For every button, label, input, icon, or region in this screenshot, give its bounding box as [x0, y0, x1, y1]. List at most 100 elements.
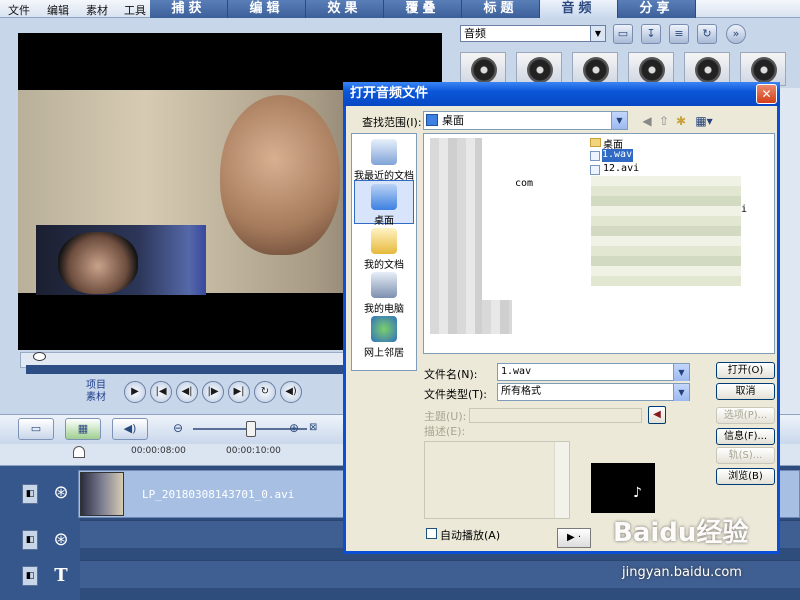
track-toggle[interactable]: ◧: [22, 566, 38, 586]
import-icon[interactable]: ↧: [641, 24, 661, 44]
list-view-icon[interactable]: ≡: [669, 24, 689, 44]
my-documents-icon: [371, 228, 397, 254]
folder-icon[interactable]: ▭: [613, 24, 633, 44]
tab-title[interactable]: 标题: [462, 0, 540, 18]
storyboard-view-icon[interactable]: ▭: [18, 418, 54, 440]
browse-button[interactable]: 浏览(B): [716, 468, 775, 485]
chevron-down-icon[interactable]: ▼: [673, 384, 689, 401]
folder-icon: [590, 138, 601, 147]
track-button[interactable]: 轨(S)...: [716, 447, 775, 464]
description-scrollbar[interactable]: [554, 442, 569, 518]
autoplay-checkbox[interactable]: [426, 528, 437, 539]
my-computer-icon: [371, 272, 397, 298]
info-button[interactable]: 信息(F)...: [716, 428, 775, 445]
options-button[interactable]: 选项(P)...: [716, 407, 775, 424]
fit-project-icon[interactable]: ⊠: [309, 422, 317, 433]
place-desktop-label: 桌面: [374, 216, 394, 227]
video-file-icon: [590, 165, 600, 175]
file-entry[interactable]: 12.avi: [603, 163, 639, 174]
audio-thumb[interactable]: [516, 52, 562, 86]
autoplay-label[interactable]: 自动播放(A): [440, 527, 500, 543]
zoom-in-icon[interactable]: ⊕: [289, 421, 299, 435]
volume-icon[interactable]: ◀): [280, 381, 302, 403]
tab-audio[interactable]: 音频: [540, 0, 618, 18]
chevron-down-icon[interactable]: ▼: [611, 112, 627, 129]
menu-edit[interactable]: 编辑: [47, 2, 69, 18]
tab-capture[interactable]: 捕获: [150, 0, 228, 18]
clip-mode-label[interactable]: 素材: [86, 392, 106, 404]
subject-input[interactable]: [469, 408, 642, 423]
tab-share[interactable]: 分享: [618, 0, 696, 18]
description-label: 描述(E):: [424, 425, 466, 438]
subject-label: 主题(U):: [424, 410, 467, 423]
step-tabs: 捕获 编辑 效果 覆叠 标题 音频 分享: [150, 0, 696, 18]
play-mode[interactable]: 项目 素材: [86, 380, 106, 404]
place-network[interactable]: 网上邻居: [352, 316, 416, 359]
project-mode-label[interactable]: 项目: [86, 380, 106, 392]
scrub-handle[interactable]: [33, 352, 46, 361]
next-frame-icon[interactable]: |▶: [202, 381, 224, 403]
place-recent-label: 我最近的文档: [354, 171, 414, 182]
watermark-brand: Baidu经验: [613, 518, 749, 548]
arrow-left-icon[interactable]: ◀: [648, 406, 666, 424]
file-entry[interactable]: i: [741, 204, 747, 215]
audio-thumb[interactable]: [684, 52, 730, 86]
up-folder-icon[interactable]: ⇧: [656, 113, 672, 129]
back-icon[interactable]: ◀: [639, 113, 655, 129]
filetype-select[interactable]: 所有格式: [497, 383, 690, 401]
chevron-down-icon[interactable]: ▼: [590, 26, 605, 41]
clip-thumbnail[interactable]: [80, 472, 124, 516]
audio-view-icon[interactable]: ◀): [112, 418, 148, 440]
playhead-icon[interactable]: [73, 446, 85, 458]
chevron-down-icon[interactable]: ▼: [673, 364, 689, 381]
filename-input[interactable]: 1.wav: [497, 363, 690, 381]
clip-name[interactable]: LP_20180308143701_0.avi: [142, 488, 294, 501]
repeat-icon[interactable]: ↻: [254, 381, 276, 403]
place-my-computer-label: 我的电脑: [364, 304, 404, 315]
prev-frame-icon[interactable]: ◀|: [176, 381, 198, 403]
audio-thumb[interactable]: [460, 52, 506, 86]
video-subject: [220, 95, 340, 255]
ruler-tick: 00:00:10:00: [226, 446, 281, 456]
track-toggle[interactable]: ◧: [22, 530, 38, 550]
place-desktop[interactable]: 桌面: [352, 184, 416, 227]
network-icon: [371, 316, 397, 342]
cancel-button[interactable]: 取消: [716, 383, 775, 400]
home-icon[interactable]: |◀: [150, 381, 172, 403]
end-icon[interactable]: ▶|: [228, 381, 250, 403]
play-button[interactable]: ▶ ·: [557, 528, 591, 548]
timeline-view-icon[interactable]: ▦: [65, 418, 101, 440]
open-button[interactable]: 打开(O): [716, 362, 775, 379]
view-menu-icon[interactable]: ▦▾: [693, 113, 715, 129]
close-icon[interactable]: ✕: [756, 84, 777, 104]
place-my-computer[interactable]: 我的电脑: [352, 272, 416, 315]
zoom-slider-knob[interactable]: [246, 421, 256, 437]
tab-overlay[interactable]: 覆叠: [384, 0, 462, 18]
video-inset-subject: [58, 232, 138, 294]
menu-tools[interactable]: 工具: [124, 2, 146, 18]
menu-file[interactable]: 文件: [8, 2, 30, 18]
menu-clip[interactable]: 素材: [86, 2, 108, 18]
file-entry[interactable]: com: [515, 178, 533, 189]
audio-thumb[interactable]: [740, 52, 786, 86]
refresh-icon[interactable]: ↻: [697, 24, 717, 44]
description-input[interactable]: [424, 441, 570, 519]
track-toggle[interactable]: ◧: [22, 484, 38, 504]
audio-thumb[interactable]: [628, 52, 674, 86]
place-my-docs[interactable]: 我的文档: [352, 228, 416, 271]
zoom-out-icon[interactable]: ⊖: [173, 421, 183, 435]
library-category-select[interactable]: 音频: [460, 25, 606, 42]
place-recent[interactable]: 我最近的文档: [352, 139, 416, 182]
watermark-logo: Baidu经验: [613, 512, 748, 549]
recent-docs-icon: [371, 139, 397, 165]
audio-thumb[interactable]: [572, 52, 618, 86]
look-in-select[interactable]: 桌面: [423, 111, 628, 130]
new-folder-icon[interactable]: ✱: [673, 113, 689, 129]
title-track-icon: T: [54, 565, 68, 586]
file-entry-selected[interactable]: 1.wav: [602, 149, 633, 162]
place-my-docs-label: 我的文档: [364, 260, 404, 271]
expand-icon[interactable]: »: [726, 24, 746, 44]
play-icon[interactable]: ▶: [124, 381, 146, 403]
tab-edit[interactable]: 编辑: [228, 0, 306, 18]
tab-effect[interactable]: 效果: [306, 0, 384, 18]
